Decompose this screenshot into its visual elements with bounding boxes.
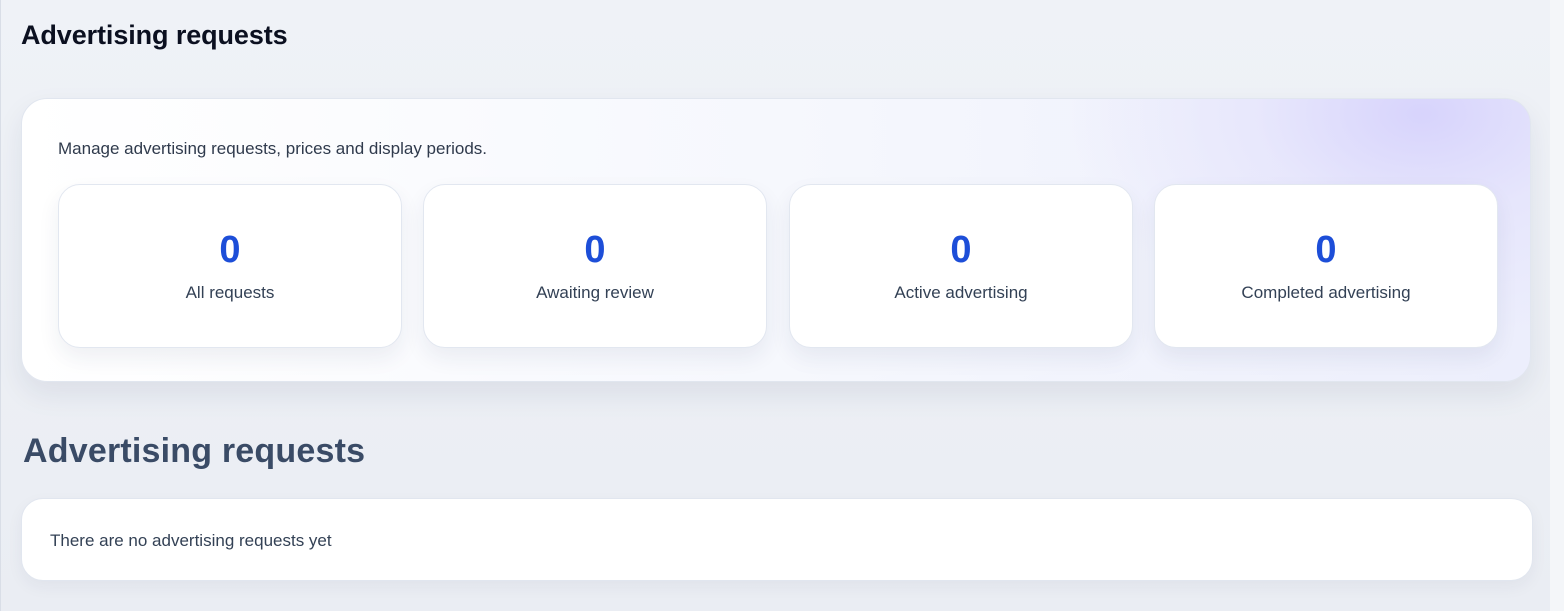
summary-description: Manage advertising requests, prices and …: [58, 139, 488, 158]
stat-value: 0: [1315, 229, 1337, 271]
stat-label: Awaiting review: [536, 283, 654, 302]
stat-label: All requests: [185, 283, 275, 302]
stat-card-all-requests: 0 All requests: [58, 184, 402, 348]
stat-label: Completed advertising: [1241, 283, 1411, 302]
advertising-requests-page: Advertising requests Manage advertising …: [0, 0, 1551, 611]
stat-value: 0: [584, 229, 606, 271]
stat-card-awaiting-review: 0 Awaiting review: [423, 184, 767, 348]
page-title: Advertising requests: [21, 20, 288, 50]
empty-state-message: There are no advertising requests yet: [50, 531, 332, 550]
summary-panel: Manage advertising requests, prices and …: [21, 98, 1531, 382]
requests-empty-panel: There are no advertising requests yet: [21, 498, 1533, 581]
requests-section-heading: Advertising requests: [23, 432, 366, 470]
stat-card-active-advertising: 0 Active advertising: [789, 184, 1133, 348]
scrollbar-track[interactable]: [1550, 0, 1564, 611]
stat-value: 0: [219, 229, 241, 271]
stat-card-completed-advertising: 0 Completed advertising: [1154, 184, 1498, 348]
stat-label: Active advertising: [894, 283, 1028, 302]
stat-value: 0: [950, 229, 972, 271]
